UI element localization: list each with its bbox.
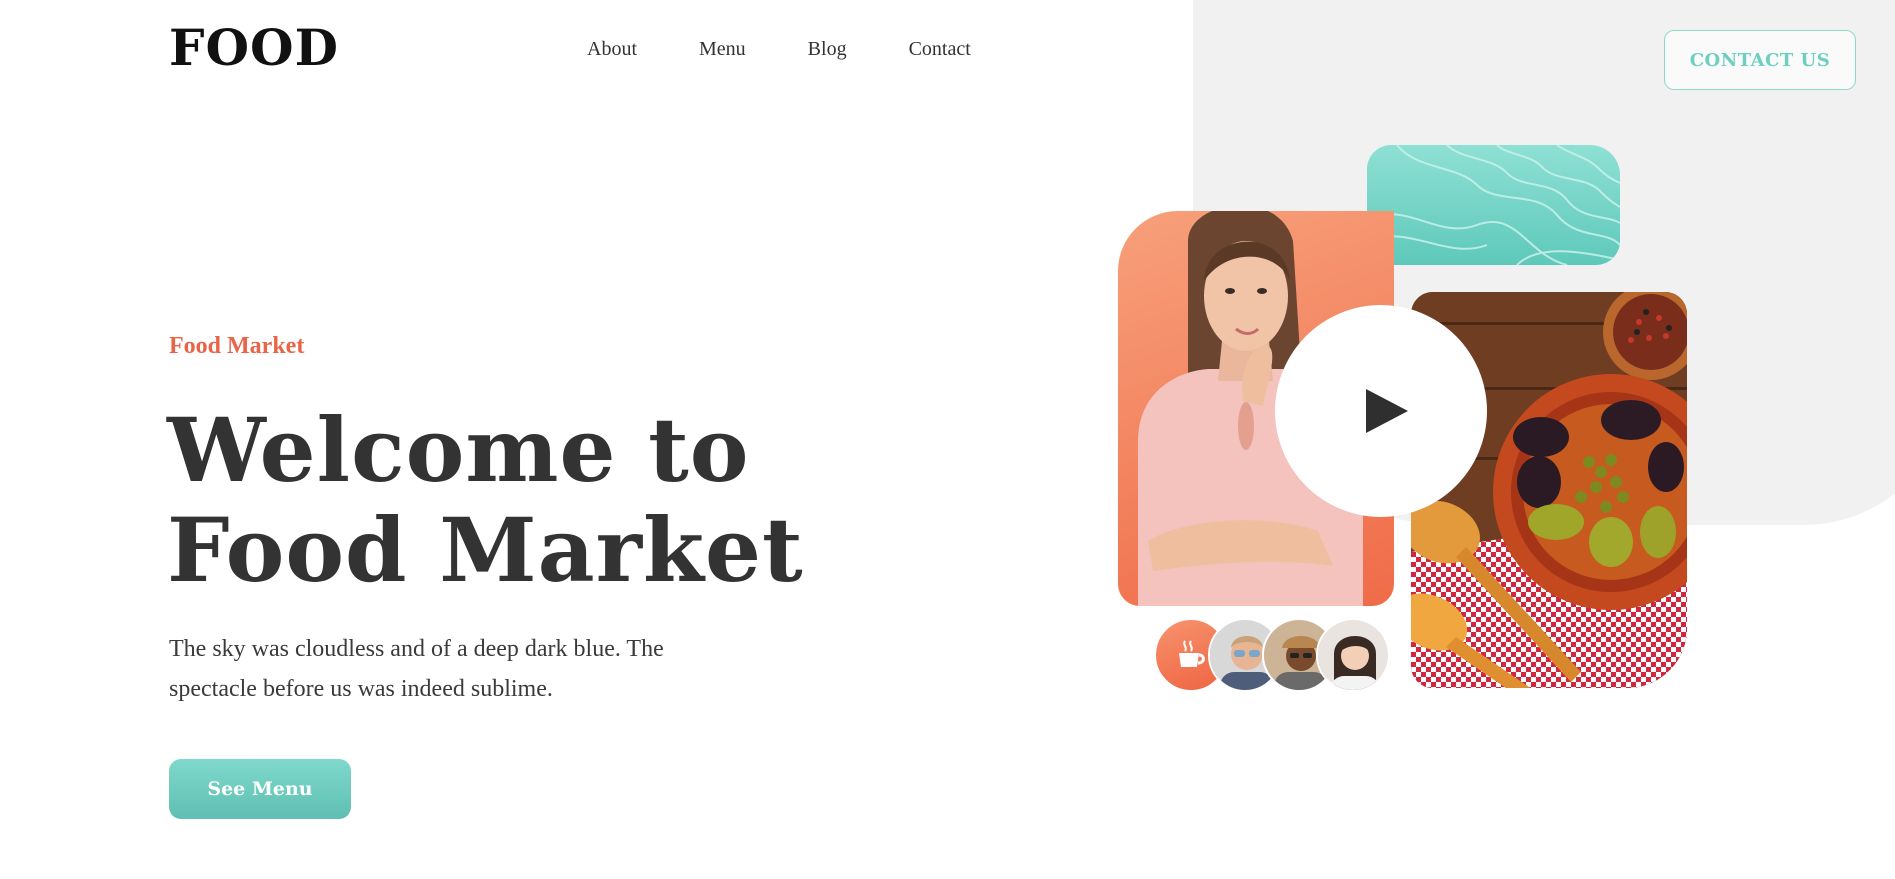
wave-pattern-icon: [1367, 145, 1620, 265]
avatar-group: [1154, 618, 1390, 692]
main-nav: About Menu Blog Contact: [587, 38, 971, 61]
brand-logo[interactable]: FOOD: [169, 18, 339, 77]
avatar-woman: [1316, 618, 1390, 692]
see-menu-button[interactable]: See Menu: [169, 759, 351, 819]
nav-about[interactable]: About: [587, 38, 637, 61]
hero-title: Welcome to Food Market: [167, 400, 807, 600]
nav-blog[interactable]: Blog: [808, 38, 847, 61]
hero-description: The sky was cloudless and of a deep dark…: [169, 636, 664, 702]
contact-us-button[interactable]: CONTACT US: [1664, 30, 1856, 90]
play-icon: [1366, 389, 1408, 433]
play-video-button[interactable]: [1275, 305, 1487, 517]
nav-menu[interactable]: Menu: [699, 38, 746, 61]
hero-eyebrow: Food Market: [169, 333, 305, 359]
hero-title-line2: Food Market: [167, 498, 804, 602]
nav-contact[interactable]: Contact: [909, 38, 971, 61]
decorative-wave-card: [1367, 145, 1620, 265]
hero-title-line1: Welcome to: [167, 398, 750, 502]
